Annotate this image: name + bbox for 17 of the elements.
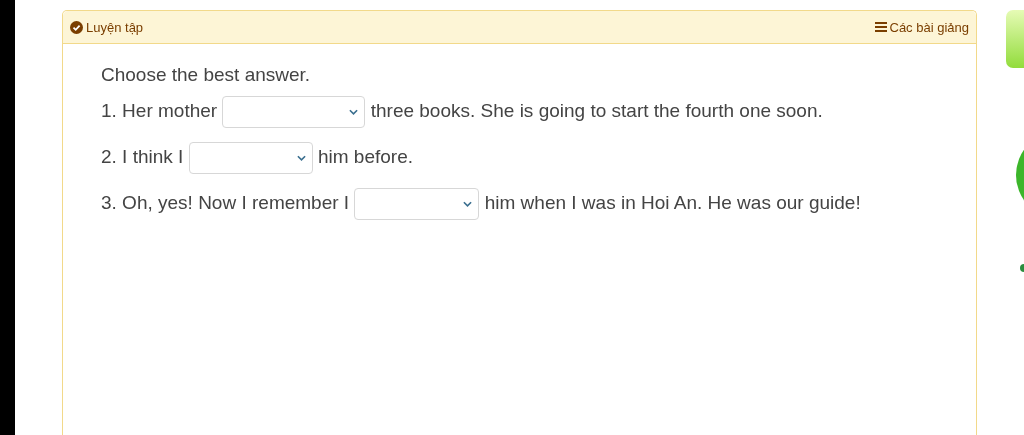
question-text: him when I was in Hoi An. He was our guide! (484, 192, 861, 213)
answer-dropdown[interactable] (222, 96, 366, 128)
chevron-down-icon (296, 155, 306, 161)
answer-dropdown[interactable] (354, 188, 480, 220)
panel-title: Luyện tập (86, 19, 144, 35)
instruction-text: Choose the best answer. (101, 63, 312, 87)
answer-dropdown[interactable] (188, 142, 313, 174)
question-text: three books. She is going to start the fourth one soon. (370, 100, 823, 121)
question-text: 2. I think I (101, 146, 184, 167)
question-text: 1. Her mother (101, 100, 218, 121)
chevron-down-icon (463, 201, 473, 207)
check-circle-icon (70, 20, 83, 34)
chevron-down-icon (349, 109, 359, 115)
question-text: 3. Oh, yes! Now I remember I (101, 192, 350, 213)
lessons-link[interactable]: Các bài giảng (874, 19, 969, 35)
question-text: him before. (317, 146, 413, 167)
menu-icon (874, 22, 887, 32)
